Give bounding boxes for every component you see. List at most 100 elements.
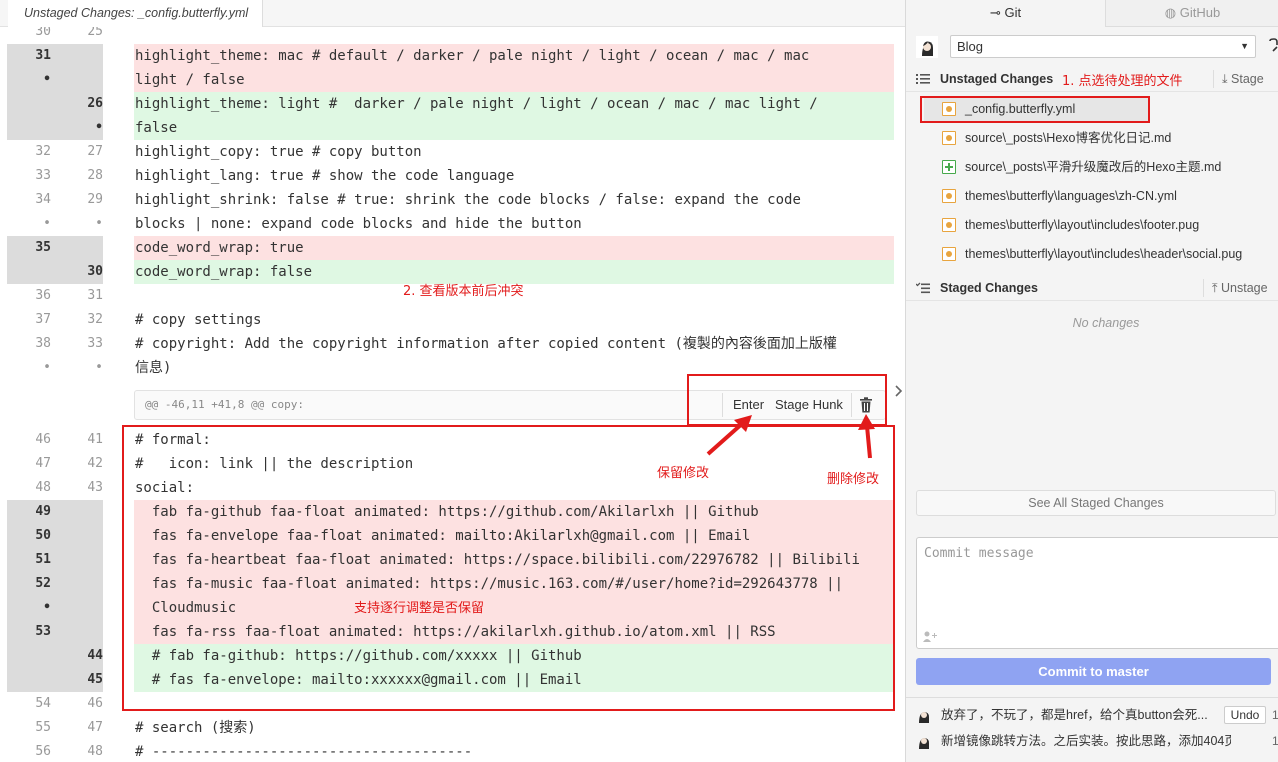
added-line[interactable]: • false [0, 116, 905, 140]
old-line-number: • [43, 600, 51, 615]
code-line: Cloudmusic [134, 596, 894, 620]
staged-changes-header: Staged Changes ⤒ Unstage [906, 275, 1278, 301]
unstaged-changes-title: Unstaged Changes [940, 72, 1054, 86]
old-line-number: • [43, 216, 51, 231]
context-line: 38 33 # copyright: Add the copyright infor… [0, 332, 905, 356]
unstaged-file-item[interactable]: themes\butterfly\languages\zh-CN.yml [906, 182, 1278, 210]
code-line: # copyright: Add the copyright informati… [135, 336, 837, 352]
code-line: # search (搜索) [135, 720, 256, 736]
unstaged-file-item[interactable]: _config.butterfly.yml [906, 95, 1278, 123]
code-line: fab fa-github faa-float animated: https:… [134, 500, 894, 524]
commit-message-field[interactable]: Commit message [916, 537, 1278, 649]
editor-tab-bar: Unstaged Changes: _config.butterfly.yml [0, 0, 905, 27]
divider [1213, 70, 1214, 88]
file-name: themes\butterfly\languages\zh-CN.yml [965, 189, 1177, 203]
repository-select[interactable]: Blog ▼ [950, 35, 1256, 58]
arrow-up-icon: ⤒ [1212, 281, 1218, 295]
new-line-number [51, 620, 103, 644]
old-line-number: 35 [35, 240, 51, 255]
annotation-delete: 删除修改 [827, 472, 880, 487]
stage-all-label: Stage [1231, 72, 1264, 86]
new-line-number [51, 524, 103, 548]
new-line-number: • [95, 360, 103, 375]
deleted-line[interactable]: 51 fas fa-heartbeat faa-float animated: … [0, 548, 905, 572]
new-line-number: 46 [87, 696, 103, 711]
chevron-right-icon[interactable] [893, 385, 905, 397]
file-name: source\_posts\平滑升级魔改后的Hexo主题.md [965, 160, 1222, 174]
deleted-line[interactable]: • light / false [0, 68, 905, 92]
file-name: source\_posts\Hexo博客优化日记.md [965, 131, 1172, 145]
recent-commit-item[interactable]: 新增镜像跳转方法。之后实装。按此思路，添加404页面... 17 [906, 726, 1278, 756]
added-line[interactable]: 45 # fas fa-envelope: mailto:xxxxxx@gmai… [0, 668, 905, 692]
unstaged-file-item[interactable]: source\_posts\Hexo博客优化日记.md [906, 124, 1278, 152]
diff-editor: 30 25 31 highlight_theme: mac # default / d… [0, 0, 905, 762]
code-line: # fas fa-envelope: mailto:xxxxxx@gmail.c… [134, 668, 894, 692]
deleted-line[interactable]: 52 fas fa-music faa-float animated: http… [0, 572, 905, 596]
deleted-line[interactable]: 50 fas fa-envelope faa-float animated: m… [0, 524, 905, 548]
repository-name: Blog [957, 39, 984, 54]
code-line: highlight_lang: true # show the code lan… [135, 168, 515, 184]
code-line: highlight_theme: light # darker / pale n… [134, 92, 894, 116]
code-line: # -------------------------------------- [135, 744, 473, 760]
editor-tab[interactable]: Unstaged Changes: _config.butterfly.yml [8, 0, 264, 27]
hunk-header: @@ -46,11 +41,8 @@ copy: Enter Stage Hun… [134, 390, 886, 420]
annotation-per-line: 支持逐行调整是否保留 [354, 601, 485, 616]
old-line-number [7, 116, 51, 140]
old-line-number: 31 [35, 48, 51, 63]
tab-github[interactable]: ◍ GitHub [1106, 0, 1278, 27]
annotation-keep: 保留修改 [657, 466, 710, 481]
see-all-staged-button[interactable]: See All Staged Changes [916, 490, 1276, 516]
code-line: social: [135, 480, 195, 496]
unstaged-file-item[interactable]: themes\butterfly\layout\includes\footer.… [906, 211, 1278, 239]
unstaged-file-item[interactable]: source\_posts\平滑升级魔改后的Hexo主题.md [906, 153, 1278, 181]
code-line: fas fa-heartbeat faa-float animated: htt… [134, 548, 894, 572]
deleted-line[interactable]: 35 code_word_wrap: true [0, 236, 905, 260]
context-line: 54 46 [0, 692, 905, 716]
code-line: blocks | none: expand code blocks and hi… [135, 216, 582, 232]
code-line: highlight_copy: true # copy button [135, 144, 422, 160]
code-line: # fab fa-github: https://github.com/xxxx… [134, 644, 894, 668]
context-line: 48 43 social: [0, 476, 905, 500]
old-line-number: 52 [35, 576, 51, 591]
file-modified-icon [942, 131, 956, 145]
deleted-line[interactable]: 49 fab fa-github faa-float animated: htt… [0, 500, 905, 524]
author-avatar [919, 712, 929, 723]
old-line-number: 56 [35, 744, 51, 759]
new-line-number: 32 [87, 312, 103, 327]
new-line-number: 30 [87, 264, 103, 279]
old-line-number: 48 [35, 480, 51, 495]
file-modified-icon [942, 218, 956, 232]
divider [1203, 279, 1204, 297]
co-author-icon[interactable] [923, 630, 937, 642]
undo-button[interactable]: Undo [1224, 706, 1266, 724]
code-line: # copy settings [135, 312, 262, 328]
new-line-number [51, 572, 103, 596]
user-avatar[interactable] [916, 36, 938, 58]
unstage-all-button[interactable]: ⤒ Unstage [1212, 275, 1268, 301]
context-line: 34 29 highlight_shrink: false # true: shri… [0, 188, 905, 212]
added-line[interactable]: 44 # fab fa-github: https://github.com/x… [0, 644, 905, 668]
new-line-number [51, 404, 103, 428]
old-line-number: 54 [35, 696, 51, 711]
new-line-number [51, 68, 103, 92]
code-line: # icon: link || the description [135, 456, 414, 472]
tab-git[interactable]: ⊸ Git [906, 0, 1106, 27]
fetch-icon[interactable] [1268, 37, 1278, 55]
new-line-number [51, 236, 103, 260]
old-line-number [7, 260, 51, 284]
code-line: highlight_shrink: false # true: shrink t… [135, 192, 801, 208]
unstaged-file-item[interactable]: themes\butterfly\layout\includes\header\… [906, 240, 1278, 268]
list-unordered-icon [916, 74, 930, 84]
old-line-number [7, 668, 51, 692]
stage-all-button[interactable]: ⤓ Stage [1222, 66, 1264, 92]
file-modified-icon [942, 102, 956, 116]
panel-tabs: ⊸ Git ◍ GitHub [906, 0, 1278, 27]
deleted-line[interactable]: 31 highlight_theme: mac # default / darke… [0, 44, 905, 68]
added-line[interactable]: 26 highlight_theme: light # darker / pale… [0, 92, 905, 116]
stage-hunk-button[interactable]: Stage Hunk [775, 391, 843, 419]
deleted-line[interactable]: 53 fas fa-rss faa-float animated: https:… [0, 620, 905, 644]
code-line: fas fa-rss faa-float animated: https://a… [134, 620, 894, 644]
file-added-icon [942, 160, 956, 174]
no-changes-text: No changes [1072, 316, 1140, 330]
commit-button[interactable]: Commit to master [916, 658, 1271, 685]
